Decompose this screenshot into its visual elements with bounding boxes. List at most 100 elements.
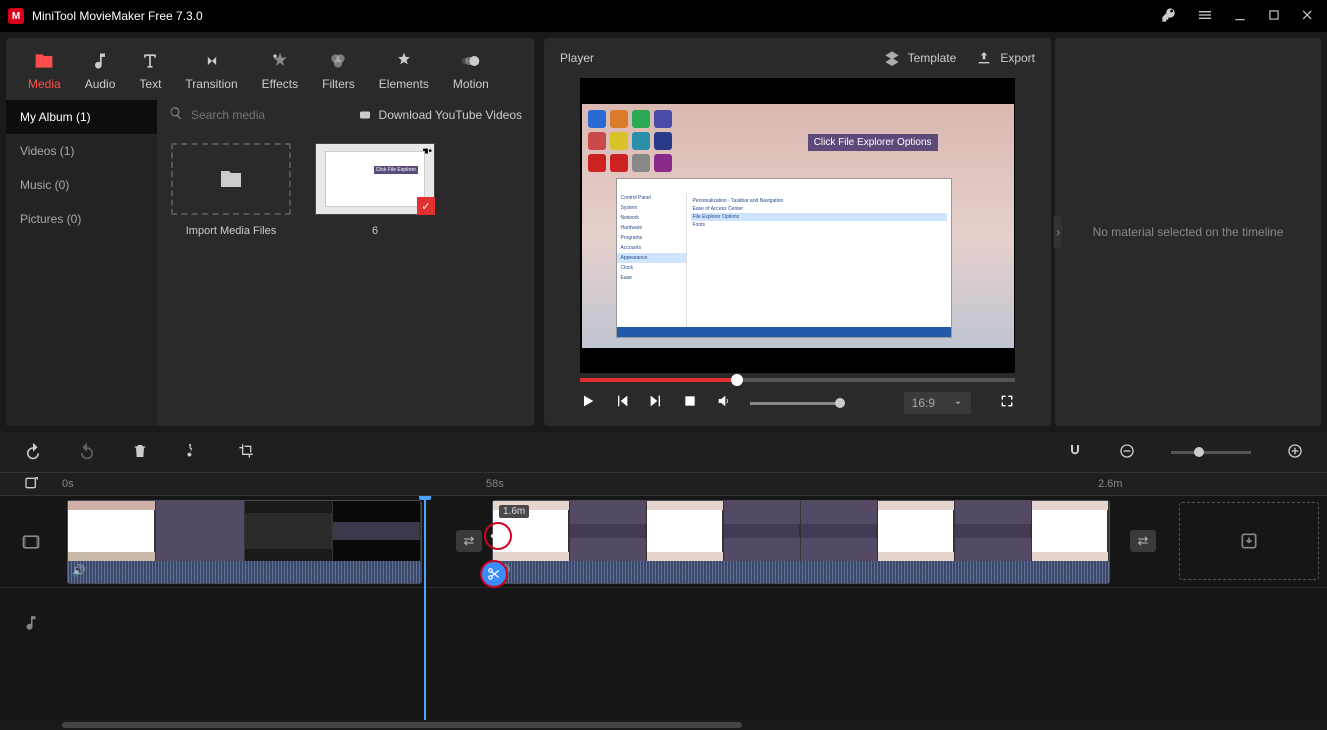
filters-icon (328, 51, 348, 71)
player-title: Player (560, 51, 864, 65)
collapse-inspector-button[interactable]: › (1054, 217, 1062, 248)
template-button[interactable]: Template (884, 50, 957, 66)
speaker-icon: 🔊 (72, 564, 86, 577)
progress-thumb[interactable] (731, 374, 743, 386)
template-label: Template (908, 51, 957, 65)
preview-tooltip: Click File Explorer Options (808, 134, 938, 151)
menu-icon[interactable] (1193, 3, 1217, 30)
inspector-panel: › No material selected on the timeline (1055, 38, 1321, 426)
search-icon (169, 106, 183, 123)
add-track-button[interactable] (24, 475, 40, 494)
play-button[interactable] (580, 393, 596, 414)
add-clip-placeholder[interactable] (1179, 502, 1319, 580)
media-sidebar: My Album (1) Videos (1) Music (0) Pictur… (6, 100, 157, 426)
folder-icon (34, 51, 54, 71)
audio-track-icon (0, 614, 62, 632)
export-icon (976, 50, 992, 66)
zoom-slider[interactable] (1171, 451, 1251, 454)
timeline-clip[interactable]: 1.6m 🔊 (492, 500, 1110, 584)
transition-slot-left[interactable]: ⇄ (456, 530, 482, 552)
ruler-mark-0: 0s (62, 478, 74, 490)
zoom-in-button[interactable] (1287, 443, 1303, 462)
tab-audio[interactable]: Audio (73, 45, 128, 97)
sidebar-item-videos[interactable]: Videos (1) (6, 134, 157, 168)
layers-icon (884, 50, 900, 66)
video-preview[interactable]: Click File Explorer Options Control Pane… (580, 78, 1015, 373)
transition-slot-right[interactable]: ⇄ (1130, 530, 1156, 552)
split-marker-icon[interactable] (480, 560, 508, 588)
next-frame-button[interactable] (648, 393, 664, 414)
video-track: 🔊 ⇄ 1.6m (0, 496, 1327, 588)
timeline-clip[interactable]: 🔊 (67, 500, 422, 584)
tab-transition[interactable]: Transition (173, 45, 249, 97)
close-button[interactable] (1297, 4, 1319, 29)
prev-frame-button[interactable] (614, 393, 630, 414)
zoom-out-button[interactable] (1119, 443, 1135, 462)
tab-text[interactable]: Text (127, 45, 173, 97)
tab-elements[interactable]: Elements (367, 45, 441, 97)
app-title: MiniTool MovieMaker Free 7.3.0 (32, 9, 1157, 23)
search-input[interactable] (191, 108, 349, 122)
tab-media-label: Media (28, 77, 61, 91)
redo-button[interactable] (78, 442, 96, 463)
tab-filters-label: Filters (322, 77, 355, 91)
aspect-ratio-select[interactable]: 16:9 (904, 392, 971, 414)
media-clip-thumb[interactable]: ■• Click File Explorer ✓ (315, 143, 435, 215)
tab-effects-label: Effects (262, 77, 298, 91)
folder-icon (219, 167, 243, 191)
timeline-toolbar (0, 432, 1327, 472)
audio-track-area[interactable] (62, 588, 1327, 658)
chevron-down-icon (953, 398, 963, 408)
download-youtube-button[interactable]: Download YouTube Videos (357, 108, 522, 122)
ruler-mark-1: 58s (486, 478, 504, 490)
crop-button[interactable] (238, 443, 254, 462)
split-button[interactable] (184, 442, 202, 463)
volume-slider[interactable] (750, 402, 840, 405)
motion-icon (461, 51, 481, 71)
tab-transition-label: Transition (185, 77, 237, 91)
text-icon (140, 51, 160, 71)
tab-audio-label: Audio (85, 77, 116, 91)
player-panel: Player Template Export Click File Explor… (544, 38, 1051, 426)
effects-icon (270, 51, 290, 71)
maximize-button[interactable] (1263, 4, 1285, 29)
elements-icon (394, 51, 414, 71)
transition-icon (202, 51, 222, 71)
license-key-icon[interactable] (1157, 3, 1181, 30)
tab-media[interactable]: Media (16, 45, 73, 97)
playhead[interactable] (424, 496, 426, 720)
video-track-icon (0, 532, 62, 552)
inspector-empty-label: No material selected on the timeline (1093, 225, 1284, 239)
snap-button[interactable] (1067, 443, 1083, 462)
tab-effects[interactable]: Effects (250, 45, 310, 97)
undo-button[interactable] (24, 442, 42, 463)
tab-filters[interactable]: Filters (310, 45, 367, 97)
import-media-label: Import Media Files (186, 225, 276, 237)
sidebar-item-pictures[interactable]: Pictures (0) (6, 202, 157, 236)
music-note-icon (90, 51, 110, 71)
import-media-tile[interactable] (171, 143, 291, 215)
tab-motion[interactable]: Motion (441, 45, 501, 97)
sidebar-item-music[interactable]: Music (0) (6, 168, 157, 202)
stop-button[interactable] (682, 393, 698, 414)
tab-text-label: Text (139, 77, 161, 91)
youtube-icon (357, 109, 373, 121)
minimize-button[interactable] (1229, 4, 1251, 29)
trim-handle-icon[interactable] (484, 522, 512, 550)
timeline-ruler[interactable]: 0s 58s 2.6m (0, 472, 1327, 496)
category-tabs: Media Audio Text Transition Effects Filt… (6, 38, 534, 100)
download-youtube-label: Download YouTube Videos (379, 108, 522, 122)
progress-bar[interactable] (580, 378, 1015, 382)
app-logo: M (8, 8, 24, 24)
sidebar-item-myalbum[interactable]: My Album (1) (6, 100, 157, 134)
export-label: Export (1000, 51, 1035, 65)
delete-button[interactable] (132, 443, 148, 462)
media-clip-label: 6 (372, 225, 378, 237)
clip-duration-label: 1.6m (499, 505, 529, 518)
timeline-scrollbar[interactable] (0, 720, 1327, 730)
audio-track (0, 588, 1327, 658)
volume-button[interactable] (716, 393, 732, 414)
ruler-mark-2: 2.6m (1098, 478, 1122, 490)
export-button[interactable]: Export (976, 50, 1035, 66)
fullscreen-button[interactable] (999, 393, 1015, 414)
